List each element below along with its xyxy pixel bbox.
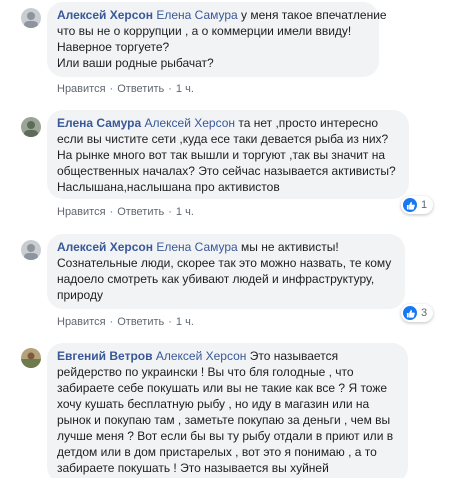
reaction-count-badge[interactable]: 1 [401, 196, 434, 214]
avatar[interactable] [21, 240, 41, 260]
comment-actions: Нравится · Ответить · 1 ч. [57, 205, 194, 219]
thumbs-up-icon [403, 306, 417, 320]
comment-text: хочу кушать бесплатную рыбу , но иду в м… [57, 397, 370, 411]
comment-mention[interactable]: Алексей Херсон [144, 116, 235, 130]
comment-actions: Нравится · Ответить · 1 ч. [57, 315, 194, 329]
comment-bubble: Евгений Ветров Алексей Херсон Это называ… [47, 343, 408, 478]
separator: · [168, 316, 172, 328]
like-link[interactable]: Нравится [57, 316, 106, 328]
reaction-count: 3 [421, 307, 428, 319]
comment-text: Наслышана,наслышана про активистов [57, 180, 280, 194]
comment-text: надоело смотреть как убивают людей и инф… [57, 272, 375, 286]
comment-author[interactable]: Алексей Херсон [57, 8, 153, 22]
comment-mention[interactable]: Елена Самура [156, 240, 237, 254]
comment-text: забираете покушать ! Это называется вы х… [57, 461, 329, 475]
separator: · [109, 316, 114, 328]
comment-text: На рынке много вот так вышли и торгуют ,… [57, 148, 386, 162]
comment-text: Наверное торгуете? [57, 40, 170, 54]
comment-text: природу [57, 288, 103, 302]
comment-author[interactable]: Алексей Херсон [57, 240, 153, 254]
reply-link[interactable]: Ответить [117, 83, 164, 95]
comment-text: рынок и покупаю там , заметьте покупаю з… [57, 413, 391, 427]
like-link[interactable]: Нравится [57, 83, 106, 95]
like-link[interactable]: Нравится [57, 206, 106, 218]
comment-mention[interactable]: Алексей Херсон [156, 349, 247, 363]
comment-author[interactable]: Елена Самура [57, 116, 141, 130]
reply-link[interactable]: Ответить [117, 316, 164, 328]
timestamp[interactable]: 1 ч. [176, 83, 194, 95]
separator: · [168, 83, 172, 95]
comment-text: рейдерство по украински ! Вы что бля гол… [57, 365, 354, 379]
comment-text: детдом или в дом пристарелых , вот это я… [57, 445, 377, 459]
comment-text: что вы не о коррупции , а о коммерции им… [57, 24, 352, 38]
comment-text: общественных началах? Это сейчас называе… [57, 164, 396, 178]
comment-text: Сознательные люди, скорее так это можно … [57, 256, 392, 270]
comment-bubble: Алексей Херсон Елена Самура мы не активи… [47, 234, 405, 309]
comment-bubble: Алексей Херсон Елена Самура у меня такое… [47, 2, 387, 77]
avatar[interactable] [21, 348, 41, 368]
comment-actions: Нравится · Ответить · 1 ч. [57, 82, 194, 96]
separator: · [109, 206, 114, 218]
separator: · [109, 83, 114, 95]
reaction-count: 1 [421, 199, 428, 211]
comment-text: мы не активисты! [237, 240, 339, 254]
comment-text: лучше меня ? Вот если бы вы ту рыбу отда… [57, 429, 394, 443]
comment-bubble: Елена Самура Алексей Херсон та нет ,прос… [47, 110, 409, 199]
comment-mention[interactable]: Елена Самура [156, 8, 237, 22]
comment-author[interactable]: Евгений Ветров [57, 349, 152, 363]
comment-text: Это называется [246, 349, 339, 363]
comment-text: если вы чистите сети ,куда есе таки дева… [57, 132, 389, 146]
timestamp[interactable]: 1 ч. [176, 316, 194, 328]
comment-text: та нет ,просто интересно [235, 116, 379, 130]
reply-link[interactable]: Ответить [117, 206, 164, 218]
avatar[interactable] [21, 8, 41, 28]
thumbs-up-icon [403, 198, 417, 212]
comment-text: Или ваши родные рыбачат? [57, 56, 214, 70]
comment-text: у меня такое впечатление [237, 8, 387, 22]
reaction-count-badge[interactable]: 3 [401, 304, 434, 322]
comment-text: забираете себе покушать или вы не такие … [57, 381, 388, 395]
separator: · [168, 206, 172, 218]
avatar[interactable] [21, 117, 41, 137]
timestamp[interactable]: 1 ч. [176, 206, 194, 218]
